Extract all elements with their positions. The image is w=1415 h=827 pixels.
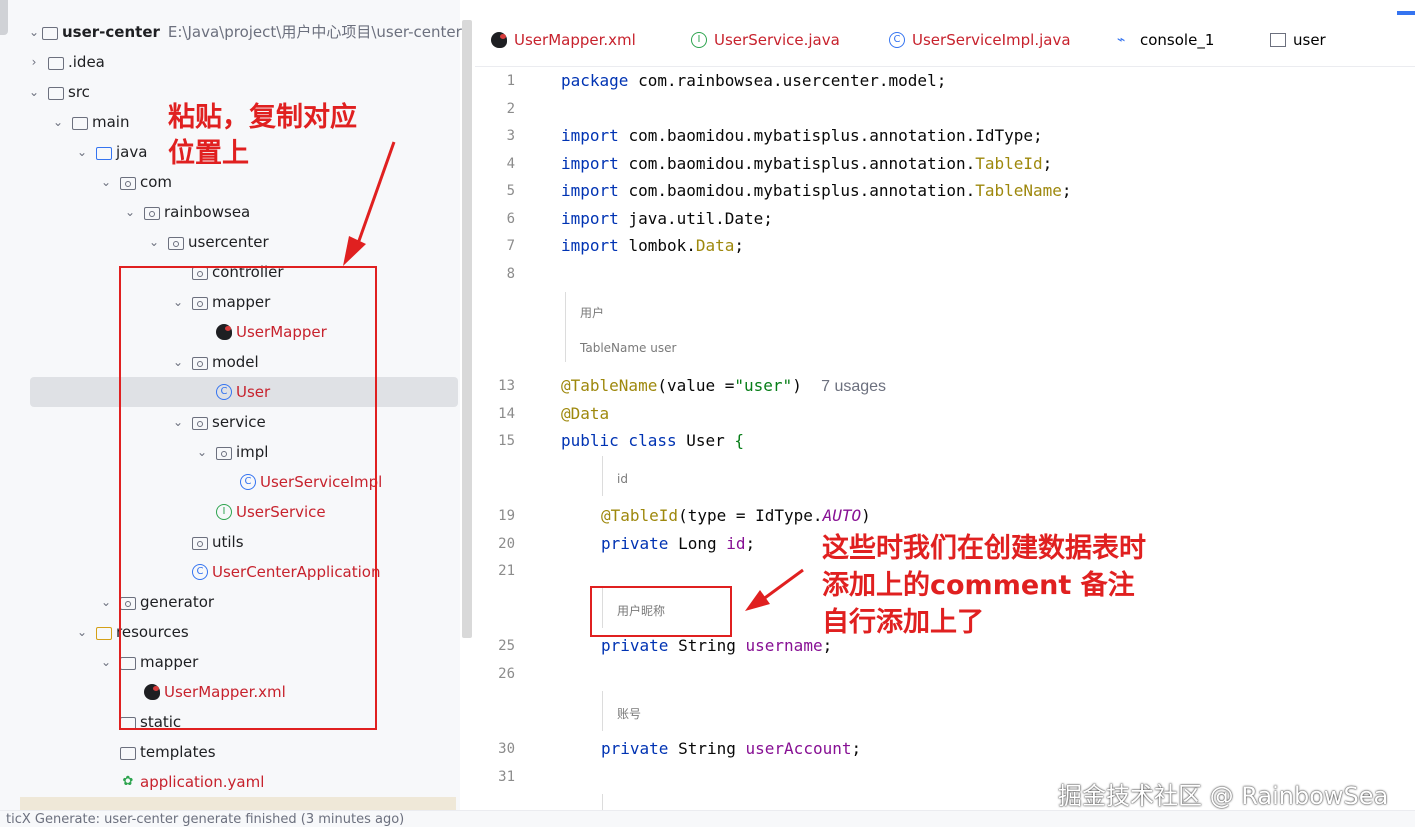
line-number: 5 — [506, 183, 515, 199]
watermark: 掘金技术社区 @ RainbowSea — [1058, 782, 1389, 810]
class-icon: C — [889, 32, 905, 48]
code-line-package: package com.rainbowsea.usercenter.model; — [561, 71, 947, 90]
code-line-import: import lombok.Data; — [561, 236, 745, 255]
comment-callout-line1: 这些时我们在创建数据表时 — [822, 533, 1146, 564]
tab-label: UserServiceImpl.java — [912, 31, 1071, 49]
arrowhead-icon — [343, 236, 366, 266]
line-number: 14 — [498, 406, 515, 422]
code-line-data: @Data — [561, 404, 610, 423]
tab-user-table[interactable]: user — [1270, 31, 1326, 49]
line-number: 15 — [498, 433, 515, 449]
status-bar: ticX Generate: user-center generate fini… — [0, 810, 1415, 827]
arrow-down-icon — [353, 141, 396, 253]
mybatis-icon — [491, 32, 507, 48]
doc-comment-class: 用户 TableName user — [565, 292, 676, 362]
doc-comment-next — [602, 794, 617, 810]
code-line-tablename: @TableName(value ="user") 7 usages — [561, 376, 887, 395]
line-number: 21 — [498, 563, 515, 579]
code-line-username-field: private String username; — [601, 636, 833, 655]
line-number: 31 — [498, 769, 515, 785]
code-line-class: public class User { — [561, 431, 745, 450]
tab-console[interactable]: ⌁ console_1 — [1117, 31, 1214, 49]
code-editor[interactable]: 1 2 3 4 5 6 7 8 13 14 15 19 20 21 25 26 … — [475, 66, 1415, 810]
code-line-import: import com.baomidou.mybatisplus.annotati… — [561, 126, 1043, 145]
code-line-account-field: private String userAccount; — [601, 739, 862, 758]
tab-userserviceimpl-java[interactable]: C UserServiceImpl.java — [889, 31, 1071, 49]
highlight-box-comment — [590, 586, 732, 637]
line-number: 20 — [498, 536, 515, 552]
tab-label: console_1 — [1140, 31, 1215, 49]
line-number: 30 — [498, 741, 515, 757]
tab-label: UserMapper.xml — [514, 31, 636, 49]
comment-callout-line3: 自行添加上了 — [822, 607, 984, 638]
tab-usermapper-xml[interactable]: UserMapper.xml — [491, 31, 636, 49]
line-number: 3 — [506, 128, 515, 144]
interface-icon: I — [691, 32, 707, 48]
doc-comment-id: id — [602, 456, 628, 496]
line-number: 25 — [498, 638, 515, 654]
line-number: 2 — [506, 101, 515, 117]
line-number: 13 — [498, 378, 515, 394]
tab-label: user — [1293, 31, 1326, 49]
doc-comment-account: 账号 — [602, 691, 641, 731]
code-line-id-field: private Long id; — [601, 534, 756, 553]
editor-tabs: UserMapper.xml I UserService.java C User… — [475, 18, 1415, 67]
line-number: 1 — [506, 73, 515, 89]
line-number: 19 — [498, 508, 515, 524]
comment-callout-line2: 添加上的comment 备注 — [822, 570, 1135, 601]
table-icon — [1270, 33, 1286, 47]
tab-label: UserService.java — [714, 31, 840, 49]
console-icon: ⌁ — [1117, 32, 1126, 48]
line-number: 8 — [506, 266, 515, 282]
tab-userservice-java[interactable]: I UserService.java — [691, 31, 840, 49]
comment-callout: 这些时我们在创建数据表时 添加上的comment 备注 自行添加上了 — [822, 530, 1146, 641]
line-number: 4 — [506, 156, 515, 172]
line-number: 26 — [498, 666, 515, 682]
code-line-import: import com.baomidou.mybatisplus.annotati… — [561, 181, 1072, 200]
usages-hint[interactable]: 7 usages — [821, 378, 886, 395]
highlight-box-tree — [119, 266, 377, 730]
editor-scroll-thumb[interactable] — [1397, 11, 1415, 15]
line-number: 6 — [506, 211, 515, 227]
code-line-tableid: @TableId(type = IdType.AUTO) — [601, 506, 871, 525]
code-line-import: import com.baomidou.mybatisplus.annotati… — [561, 154, 1053, 173]
line-number: 7 — [506, 238, 515, 254]
code-line-import: import java.util.Date; — [561, 209, 773, 228]
